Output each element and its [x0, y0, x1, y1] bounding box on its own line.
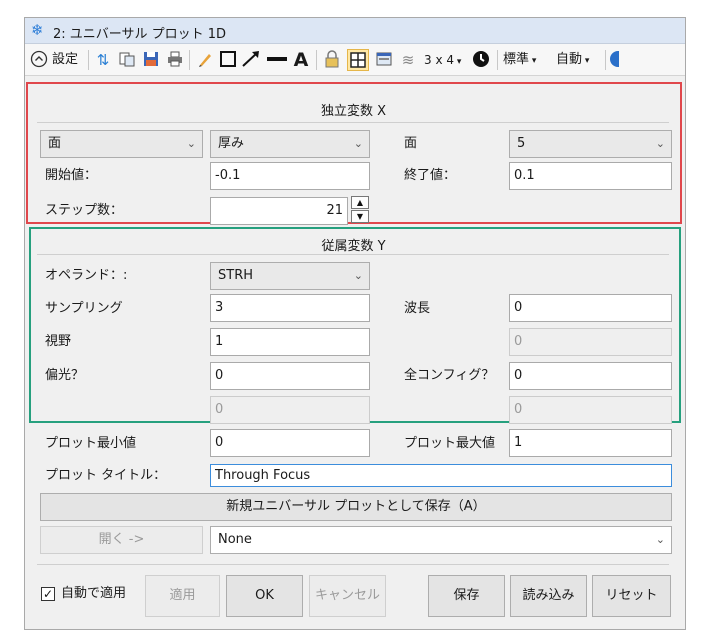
steps-input[interactable]: 21 — [210, 197, 348, 225]
open-file-select[interactable]: None ⌄ — [210, 526, 672, 554]
clock-icon[interactable] — [471, 50, 491, 70]
toolbar: 設定 ⇅ A — [25, 44, 685, 76]
divider — [37, 122, 669, 123]
plot-min-label: プロット最小値 — [45, 430, 136, 458]
help-icon[interactable] — [609, 50, 619, 70]
layout-label: 3 x 4 — [424, 53, 454, 67]
independent-variable-title: 独立変数 X — [25, 100, 682, 119]
toolbar-separator — [189, 50, 190, 70]
spin-up-icon[interactable]: ▲ — [351, 196, 369, 209]
operand-select[interactable]: STRH ⌄ — [210, 262, 370, 290]
window-icon[interactable] — [374, 50, 394, 70]
reset-button[interactable]: リセット — [592, 575, 671, 617]
disabled-param-input: 0 — [509, 396, 672, 424]
plot-max-label: プロット最大値 — [404, 430, 495, 458]
auto-dropdown[interactable]: 自動 ▾ — [556, 49, 589, 71]
polarization-input[interactable]: 0 — [210, 362, 370, 390]
chevron-down-icon: ⌄ — [354, 131, 363, 157]
apply-button[interactable]: 適用 — [145, 575, 220, 617]
universal-plot-window: ❄ 2: ユニバーサル プロット 1D 設定 ⇅ A — [24, 17, 686, 630]
refresh-icon[interactable]: ⇅ — [93, 50, 113, 70]
independent-type-value: 面 — [48, 136, 61, 151]
independent-parameter-value: 厚み — [218, 136, 244, 151]
cancel-button[interactable]: キャンセル — [309, 575, 386, 617]
plot-min-input[interactable]: 0 — [210, 429, 370, 457]
disabled-param-input: 0 — [509, 328, 672, 356]
sampling-input[interactable]: 3 — [210, 294, 370, 322]
layout-dropdown[interactable]: 3 x 4 ▾ — [424, 49, 461, 71]
steps-label: ステップ数： — [45, 197, 123, 225]
dropdown-arrow-icon: ▾ — [582, 56, 589, 66]
open-file-value: None — [218, 532, 252, 547]
steps-spinner[interactable]: ▲ ▼ — [351, 196, 369, 224]
layout-grid-icon[interactable] — [347, 49, 369, 71]
ok-button[interactable]: OK — [226, 575, 303, 617]
independent-type-select[interactable]: 面⌄ — [40, 130, 203, 158]
divider — [37, 254, 669, 255]
wavelength-input[interactable]: 0 — [509, 294, 672, 322]
all-config-label: 全コンフィグ？ — [404, 362, 494, 390]
start-value-label: 開始値： — [45, 162, 97, 190]
all-config-input[interactable]: 0 — [509, 362, 672, 390]
standard-dropdown[interactable]: 標準 ▾ — [503, 49, 536, 71]
spin-down-icon[interactable]: ▼ — [351, 210, 369, 223]
start-value-input[interactable]: -0.1 — [210, 162, 370, 190]
end-value-input[interactable]: 0.1 — [509, 162, 672, 190]
toolbar-separator — [316, 50, 317, 70]
chevron-down-icon: ⌄ — [656, 131, 665, 157]
plot-max-input[interactable]: 1 — [509, 429, 672, 457]
toolbar-separator — [88, 50, 89, 70]
field-input[interactable]: 1 — [210, 328, 370, 356]
auto-label: 自動 — [556, 52, 582, 67]
end-value-label: 終了値： — [404, 162, 456, 190]
field-label: 視野 — [45, 328, 71, 356]
sampling-label: サンプリング — [45, 295, 123, 323]
standard-label: 標準 — [503, 52, 529, 67]
lock-icon[interactable] — [322, 50, 342, 70]
layers-icon[interactable]: ≋ — [398, 50, 418, 70]
operand-label: オペランド：: — [45, 262, 127, 290]
dialog-content: 独立変数 X 面⌄ 厚み⌄ 面 5⌄ 開始値： -0.1 終了値： 0.1 ステ… — [25, 76, 685, 630]
chevron-down-icon: ⌄ — [656, 527, 665, 553]
arrow-icon[interactable] — [241, 50, 261, 70]
save-as-new-plot-button[interactable]: 新規ユニバーサル プロットとして保存（A） — [40, 493, 672, 521]
surface-type-label: 面 — [404, 130, 417, 158]
copy-icon[interactable] — [117, 50, 137, 70]
auto-apply-checkbox[interactable]: ✓ — [41, 587, 55, 601]
plot-title-label: プロット タイトル： — [45, 462, 166, 490]
auto-apply-label[interactable]: 自動で適用 — [61, 580, 126, 608]
wavelength-label: 波長 — [404, 295, 430, 323]
rectangle-icon[interactable] — [218, 50, 238, 70]
checkmark-icon: ✓ — [43, 587, 53, 601]
text-tool-icon[interactable]: A — [291, 50, 311, 70]
open-button[interactable]: 開く -> — [40, 526, 203, 554]
dropdown-arrow-icon: ▾ — [454, 57, 461, 67]
window-title: 2: ユニバーサル プロット 1D — [53, 23, 226, 42]
print-icon[interactable] — [165, 50, 185, 70]
line-icon[interactable] — [266, 50, 286, 70]
surface-number-select[interactable]: 5⌄ — [509, 130, 672, 158]
dependent-variable-highlight — [29, 227, 681, 423]
dropdown-arrow-icon: ▾ — [529, 56, 536, 66]
plot-title-input[interactable]: Through Focus — [210, 464, 672, 487]
toolbar-separator — [497, 50, 498, 70]
surface-number-value: 5 — [517, 136, 525, 151]
app-icon: ❄ — [31, 22, 47, 38]
chevron-down-icon: ⌄ — [354, 263, 363, 289]
toolbar-separator — [605, 50, 606, 70]
divider — [37, 564, 669, 565]
load-button[interactable]: 読み込み — [510, 575, 587, 617]
chevron-up-circle-icon[interactable] — [29, 50, 49, 70]
save-image-icon[interactable] — [141, 50, 161, 70]
disabled-param-input: 0 — [210, 396, 370, 424]
operand-value: STRH — [218, 268, 253, 283]
polarization-label: 偏光？ — [45, 362, 84, 390]
pencil-icon[interactable] — [195, 50, 215, 70]
dependent-variable-title: 従属変数 Y — [25, 235, 682, 254]
independent-parameter-select[interactable]: 厚み ⌄ — [210, 130, 370, 158]
chevron-down-icon: ⌄ — [187, 131, 196, 157]
save-button[interactable]: 保存 — [428, 575, 505, 617]
settings-button[interactable]: 設定 — [52, 49, 78, 71]
title-bar: ❄ 2: ユニバーサル プロット 1D — [25, 18, 685, 44]
